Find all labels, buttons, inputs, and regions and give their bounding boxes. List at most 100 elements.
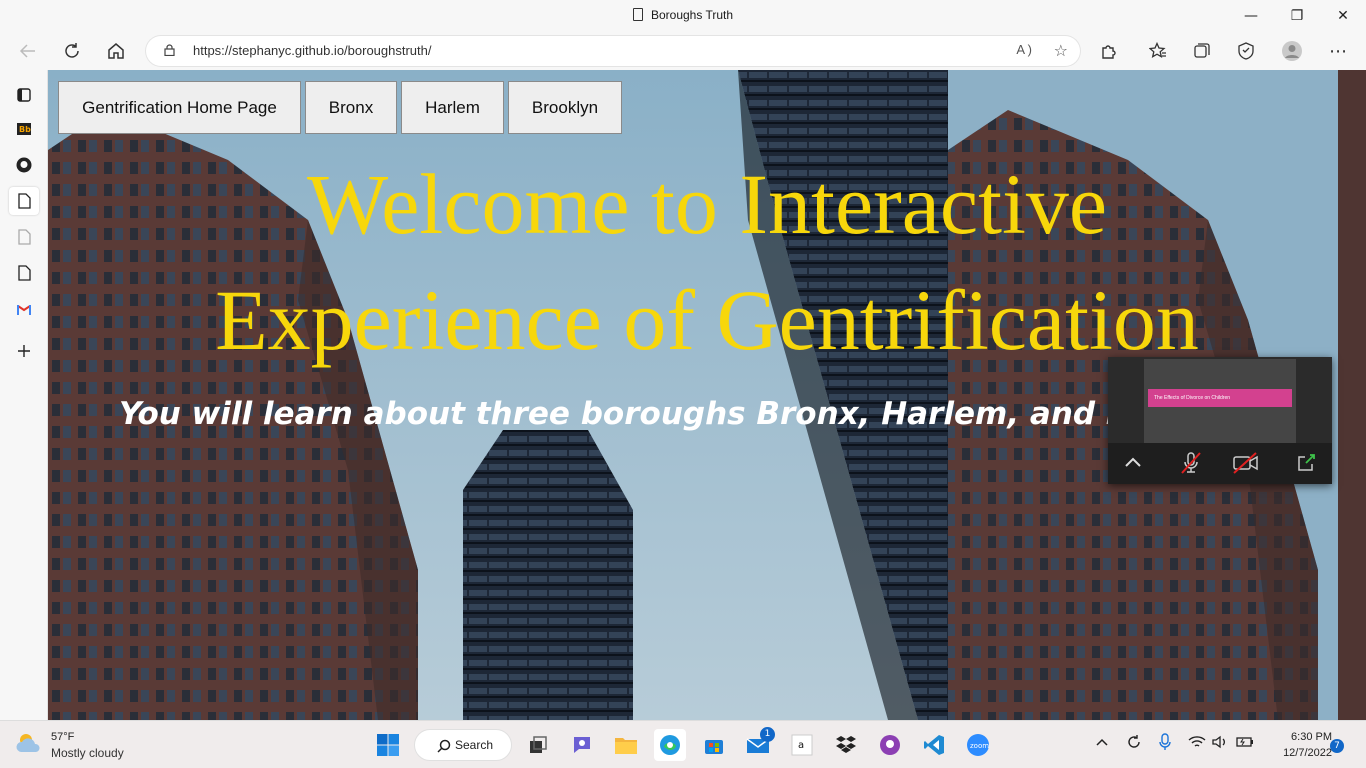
collections-button[interactable]: [1187, 36, 1217, 66]
weather-temperature: 57°F: [51, 731, 75, 743]
settings-more-button[interactable]: ⋯: [1323, 36, 1353, 66]
nav-brooklyn-button[interactable]: Brooklyn: [508, 81, 622, 134]
extensions-button[interactable]: [1094, 36, 1124, 66]
back-arrow-icon: [19, 44, 35, 58]
github-desktop-button[interactable]: [874, 729, 906, 761]
nav-home-button[interactable]: Gentrification Home Page: [58, 81, 301, 134]
store-button[interactable]: [698, 729, 730, 761]
microphone-icon[interactable]: [1158, 733, 1172, 755]
dropbox-button[interactable]: [830, 729, 862, 761]
address-bar[interactable]: https://stephanyc.github.io/boroughstrut…: [146, 36, 1080, 66]
wifi-icon[interactable]: [1188, 735, 1206, 753]
shield-heart-icon: [1238, 42, 1254, 60]
browser-essentials-button[interactable]: [1231, 36, 1261, 66]
teams-chat-icon: [574, 737, 590, 753]
nav-harlem-button[interactable]: Harlem: [401, 81, 504, 134]
folder-icon: [615, 738, 637, 754]
back-button[interactable]: [13, 36, 43, 66]
favorites-icon: [1149, 42, 1166, 59]
cloudy-weather-icon: [16, 734, 40, 752]
zoom-button[interactable]: zoom: [962, 729, 994, 761]
lock-icon: [164, 44, 175, 56]
search-icon: [437, 739, 451, 753]
weather-widget[interactable]: 57°F Mostly cloudy: [14, 730, 124, 760]
camera-off-icon[interactable]: [1232, 452, 1260, 474]
url-text[interactable]: https://stephanyc.github.io/boroughstrut…: [193, 43, 432, 58]
nav-bronx-button[interactable]: Bronx: [305, 81, 397, 134]
new-tab-button[interactable]: [9, 337, 39, 365]
battery-icon[interactable]: [1236, 736, 1254, 752]
tab-actions-button[interactable]: [9, 81, 39, 109]
meeting-controls: [1108, 443, 1332, 484]
chat-button[interactable]: [566, 729, 598, 761]
chevron-up-icon[interactable]: [1124, 455, 1142, 469]
clock-date: 12/7/2022: [1283, 747, 1332, 759]
profile-button[interactable]: [1277, 36, 1307, 66]
add-favorite-icon[interactable]: ☆: [1054, 41, 1068, 60]
plus-icon: [18, 345, 30, 357]
window-title: Boroughs Truth: [0, 8, 1366, 22]
blackboard-icon: Bb: [17, 123, 31, 135]
task-view-button[interactable]: [522, 729, 554, 761]
edge-icon: [660, 735, 680, 755]
vscode-icon: [924, 735, 944, 755]
document-icon: [632, 8, 643, 21]
amazon-icon: a: [791, 734, 813, 756]
window-title-text: Boroughs Truth: [650, 8, 734, 22]
tab-github[interactable]: [9, 151, 39, 179]
svg-text:a: a: [798, 740, 804, 751]
favorites-button[interactable]: [1143, 36, 1173, 66]
notification-badge[interactable]: 7: [1330, 739, 1344, 753]
maximize-button[interactable]: ❐: [1274, 0, 1320, 32]
tab-document-3[interactable]: [9, 259, 39, 287]
page-headline-line-1: Welcome to Interactive: [306, 156, 1108, 252]
vertical-tabs-sidebar: Bb: [0, 70, 48, 720]
minimize-button[interactable]: —: [1228, 0, 1274, 32]
refresh-icon: [65, 43, 79, 58]
svg-text:zoom: zoom: [970, 742, 989, 750]
zoom-icon: zoom: [967, 734, 989, 756]
refresh-button[interactable]: [57, 36, 87, 66]
puzzle-icon: [1102, 45, 1116, 59]
meeting-mini-window[interactable]: The Effects of Divorce on Children: [1108, 357, 1332, 484]
tab-blackboard[interactable]: Bb: [9, 115, 39, 143]
weather-description: Mostly cloudy: [51, 746, 124, 760]
show-hidden-icons-chevron-up-icon[interactable]: [1095, 735, 1109, 751]
amazon-button[interactable]: a: [786, 729, 818, 761]
slide-title: The Effects of Divorce on Children: [1148, 389, 1292, 407]
tab-gmail[interactable]: [9, 295, 39, 323]
tab-boroughs-truth[interactable]: [9, 187, 39, 215]
document-icon: [17, 229, 31, 245]
file-explorer-button[interactable]: [610, 729, 642, 761]
vscode-button[interactable]: [918, 729, 950, 761]
taskbar: 57°F Mostly cloudy Search 1 a zoom 6:30 …: [0, 720, 1366, 768]
close-button[interactable]: ✕: [1320, 0, 1366, 32]
tab-actions-icon: [17, 88, 31, 102]
github-desktop-icon: [880, 735, 900, 755]
edge-button[interactable]: [654, 729, 686, 761]
sync-icon[interactable]: [1125, 733, 1143, 755]
read-aloud-icon[interactable]: A ): [1016, 42, 1032, 57]
start-button[interactable]: [372, 729, 404, 761]
microphone-muted-icon[interactable]: [1180, 451, 1202, 475]
mail-badge: 1: [760, 727, 775, 742]
browser-toolbar: https://stephanyc.github.io/boroughstrut…: [0, 32, 1366, 70]
volume-icon[interactable]: [1212, 735, 1228, 753]
dropbox-icon: [836, 736, 856, 753]
mail-button[interactable]: 1: [742, 727, 775, 761]
more-dots-icon: ⋯: [1329, 40, 1347, 62]
home-button[interactable]: [101, 36, 131, 66]
clock[interactable]: 6:30 PM 12/7/2022: [1262, 729, 1332, 761]
page-subtitle: You will learn about three boroughs Bron…: [119, 396, 1261, 432]
expand-window-icon[interactable]: [1296, 453, 1316, 473]
document-icon: [17, 193, 31, 209]
title-bar: Boroughs Truth — ❐ ✕: [0, 0, 1366, 32]
tab-document-2[interactable]: [9, 223, 39, 251]
collections-icon: [1194, 43, 1210, 58]
shared-screen-preview: The Effects of Divorce on Children: [1144, 359, 1296, 443]
github-icon: [16, 157, 32, 173]
document-icon: [17, 265, 31, 281]
taskbar-search-box[interactable]: Search: [414, 729, 512, 761]
task-view-icon: [530, 736, 547, 753]
windows-logo-icon: [377, 734, 399, 756]
